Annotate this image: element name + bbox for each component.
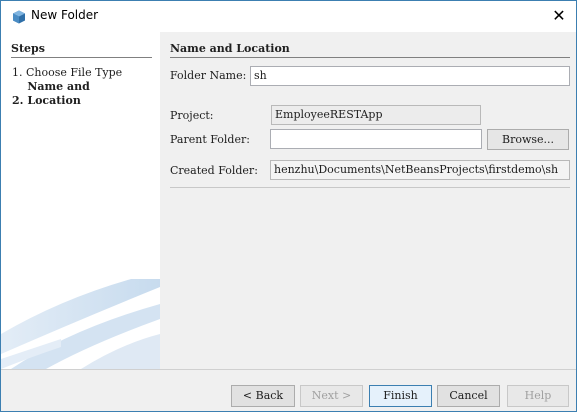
parent-folder-label: Parent Folder: <box>170 133 250 146</box>
project-label: Project: <box>170 109 214 122</box>
footer-divider <box>1 369 576 370</box>
page-title: Name and Location <box>170 42 290 55</box>
step-label: Choose File Type <box>26 66 123 79</box>
steps-panel: Steps 1. Choose File Type 2. Name and Lo… <box>1 32 160 369</box>
close-button[interactable]: ✕ <box>542 1 576 31</box>
close-icon: ✕ <box>552 6 566 25</box>
parent-folder-input[interactable] <box>270 129 482 149</box>
help-button[interactable]: Help <box>507 385 569 407</box>
created-folder-label: Created Folder: <box>170 164 258 177</box>
new-folder-dialog: New Folder ✕ Steps 1. Choose File Type 2… <box>0 0 577 412</box>
title-bar: New Folder ✕ <box>1 1 576 32</box>
step-number: 2. <box>12 94 24 107</box>
project-field: EmployeeRESTApp <box>271 105 481 125</box>
step-number: 1. <box>12 66 23 79</box>
step-choose-file-type: 1. Choose File Type <box>12 66 157 80</box>
browse-button[interactable]: Browse... <box>487 129 569 150</box>
folder-name-label: Folder Name: <box>170 69 247 82</box>
folder-name-input[interactable]: sh <box>250 66 570 86</box>
cancel-button[interactable]: Cancel <box>437 385 500 407</box>
finish-button[interactable]: Finish <box>369 385 432 407</box>
netbeans-cube-icon <box>13 10 25 24</box>
step-name-and-location: 2. Name and Location <box>12 80 157 108</box>
back-button[interactable]: < Back <box>231 385 295 407</box>
next-button[interactable]: Next > <box>300 385 363 407</box>
created-folder-field: henzhu\Documents\NetBeansProjects\firstd… <box>270 160 570 180</box>
wizard-decoration-graphic <box>1 279 160 369</box>
steps-divider <box>11 57 152 58</box>
steps-heading: Steps <box>11 42 45 55</box>
title-divider <box>170 57 570 58</box>
window-title: New Folder <box>31 8 99 22</box>
form-divider <box>170 187 570 188</box>
step-label: Name and Location <box>27 80 90 107</box>
